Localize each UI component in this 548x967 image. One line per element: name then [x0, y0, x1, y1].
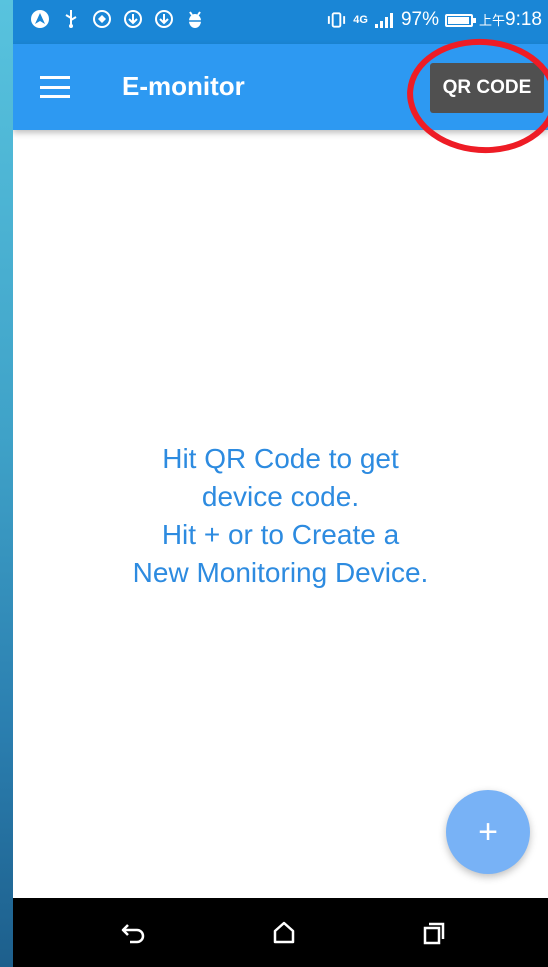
usb-icon [60, 8, 81, 29]
download-icon [122, 8, 143, 29]
empty-message-line-4: New Monitoring Device. [132, 557, 429, 588]
download-icon [153, 8, 174, 29]
add-device-button[interactable]: + [446, 790, 530, 874]
system-navigation-bar [13, 898, 548, 967]
qr-code-button[interactable]: QR CODE [430, 63, 544, 113]
clock-time: 9:18 [505, 9, 542, 30]
back-icon[interactable] [119, 918, 149, 948]
recent-apps-icon[interactable] [419, 918, 449, 948]
app-title: E-monitor [122, 71, 245, 101]
network-type-label: 4G [353, 14, 368, 26]
app-bar: E-monitor QR CODE [13, 44, 548, 130]
system-status-icons: 4G 97% 上午9:18 [326, 9, 542, 31]
empty-message-line-3: Hit + or to Create a [161, 519, 400, 550]
phone-screen: 4G 97% 上午9:18 E-monitor QR CODE Hit QR C… [13, 0, 548, 967]
battery-percent: 97% [400, 9, 439, 30]
navigation-icon [29, 8, 50, 29]
empty-message-line-1: Hit QR Code to get [162, 443, 399, 474]
battery-icon [445, 13, 476, 27]
signal-icon [374, 10, 395, 31]
notification-icons [29, 8, 205, 29]
home-icon[interactable] [269, 918, 299, 948]
android-debug-icon [184, 8, 205, 29]
empty-message-line-2: device code. [201, 481, 360, 512]
decorative-background-strip [0, 0, 13, 967]
status-bar: 4G 97% 上午9:18 [13, 0, 548, 44]
hamburger-menu-icon[interactable] [40, 76, 70, 98]
sync-icon [91, 8, 112, 29]
battery-level-fill [448, 16, 470, 24]
empty-state-message: Hit QR Code to get device code. Hit + or… [13, 440, 548, 592]
clock-period: 上午 [479, 13, 506, 28]
add-icon: + [478, 812, 498, 851]
vibrate-icon [326, 10, 347, 31]
